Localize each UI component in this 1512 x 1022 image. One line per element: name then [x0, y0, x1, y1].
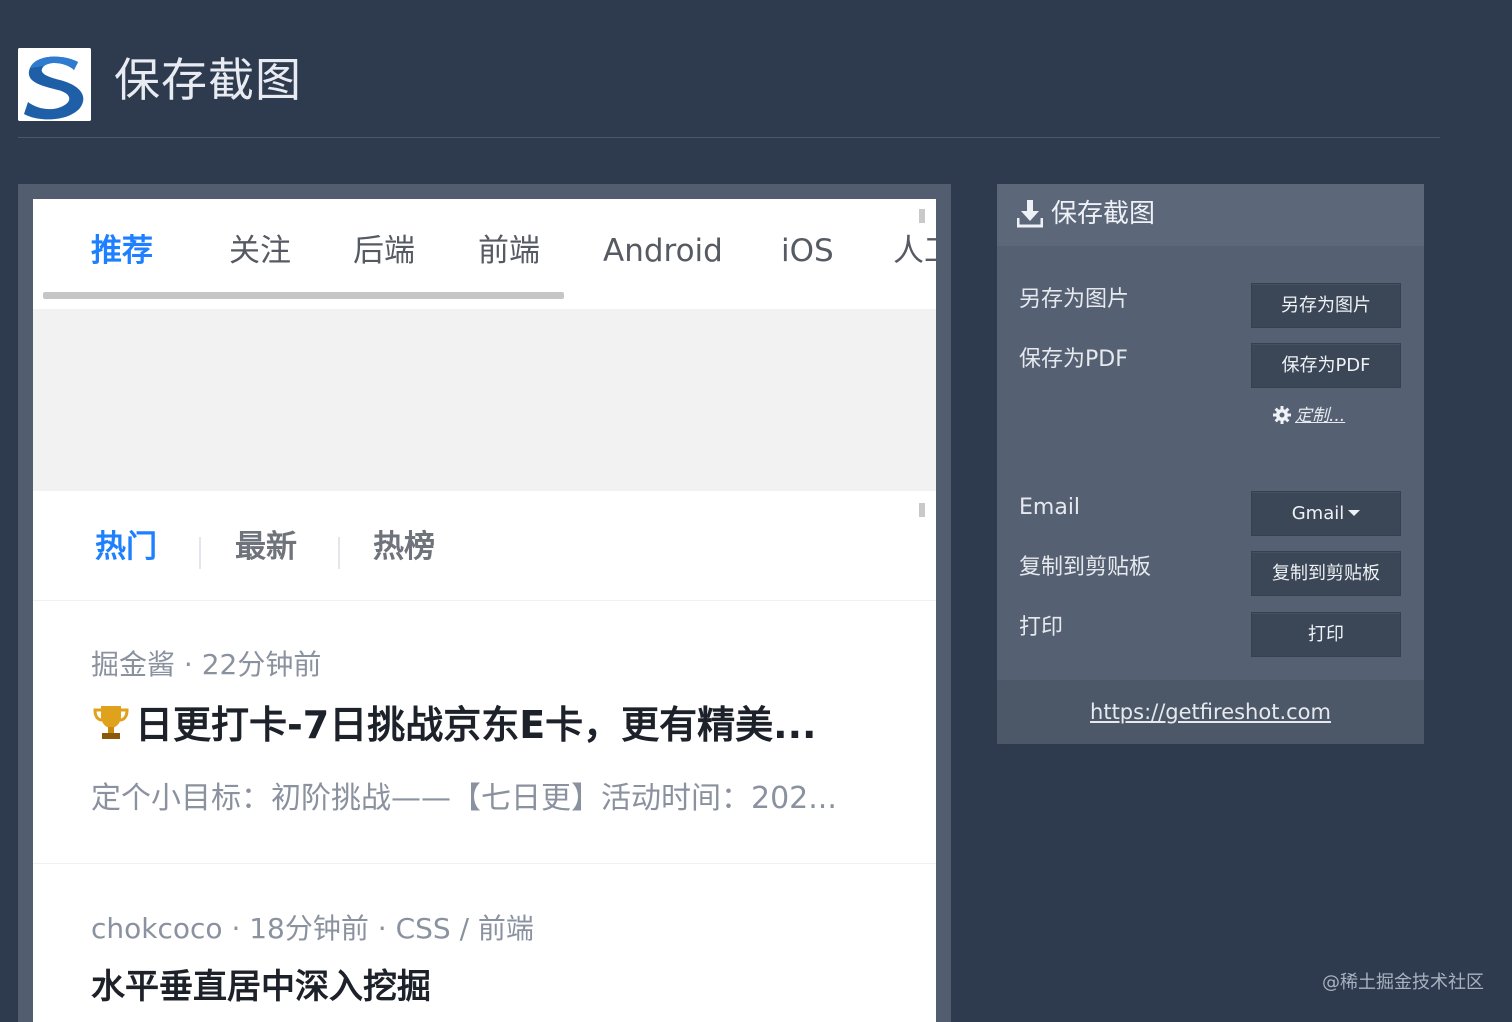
sort-ranking[interactable]: 热榜 [373, 525, 435, 569]
article-meta: 掘金酱 · 22分钟前 [91, 648, 322, 681]
gmail-dropdown-label: Gmail [1291, 503, 1345, 524]
watermark: @稀土掘金技术社区 [1322, 972, 1484, 993]
tab-backend[interactable]: 后端 [353, 229, 415, 273]
panel-header: 保存截图 [997, 184, 1424, 246]
download-icon [1016, 200, 1044, 228]
caret-down-icon [1348, 510, 1361, 516]
print-button[interactable]: 打印 [1251, 612, 1401, 657]
panel-title: 保存截图 [1051, 199, 1156, 229]
sort-divider [199, 537, 201, 569]
sort-tabs: 热门 最新 热榜 [33, 491, 936, 601]
customize-text: 定制... [1295, 406, 1346, 426]
fireshot-logo [18, 48, 91, 121]
sort-hot[interactable]: 热门 [95, 525, 157, 569]
preview-page: 推荐 关注 后端 前端 Android iOS 人工 热门 最新 热榜 掘金酱 … [33, 199, 936, 1022]
save-pdf-button[interactable]: 保存为PDF [1251, 343, 1401, 388]
print-label: 打印 [1019, 615, 1064, 640]
tab-recommend[interactable]: 推荐 [91, 229, 153, 273]
gear-icon [1273, 406, 1291, 424]
trophy-icon [91, 702, 131, 742]
app-header: 保存截图 [18, 46, 1440, 138]
email-label: Email [1019, 495, 1081, 520]
article-item[interactable]: chokcoco · 18分钟前 · CSS / 前端 水平垂直居中深入挖掘 [33, 865, 936, 1022]
copy-clipboard-label: 复制到剪贴板 [1019, 555, 1152, 580]
article-excerpt: 定个小目标：初阶挑战——【七日更】活动时间：202... [91, 781, 837, 816]
tab-follow[interactable]: 关注 [229, 229, 291, 273]
sort-divider [338, 537, 340, 569]
article-title[interactable]: 日更打卡-7日挑战京东E卡，更有精美... [91, 699, 816, 751]
save-image-button[interactable]: 另存为图片 [1251, 283, 1401, 328]
save-image-label: 另存为图片 [1019, 287, 1130, 312]
article-item[interactable]: 掘金酱 · 22分钟前 日更打卡-7日挑战京东E卡，更有精美... 定个小目标：… [33, 601, 936, 864]
tab-ai[interactable]: 人工 [893, 229, 936, 273]
tab-android[interactable]: Android [603, 229, 723, 273]
customize-link[interactable]: 定制... [1273, 404, 1345, 428]
article-title[interactable]: 水平垂直居中深入挖掘 [91, 961, 431, 1013]
banner-placeholder [33, 309, 936, 491]
tabs-scrollbar[interactable] [43, 292, 564, 299]
category-tabs: 推荐 关注 后端 前端 Android iOS 人工 [33, 199, 936, 309]
app-title: 保存截图 [114, 53, 302, 107]
scrollbar-thumb[interactable] [919, 209, 925, 223]
screenshot-preview: 推荐 关注 后端 前端 Android iOS 人工 热门 最新 热榜 掘金酱 … [18, 184, 951, 1022]
panel-footer: https://getfireshot.com [997, 680, 1424, 744]
sort-new[interactable]: 最新 [235, 525, 297, 569]
scrollbar-thumb[interactable] [919, 503, 925, 517]
gmail-dropdown[interactable]: Gmail [1251, 491, 1401, 536]
copy-clipboard-button[interactable]: 复制到剪贴板 [1251, 551, 1401, 596]
website-link[interactable]: https://getfireshot.com [1090, 700, 1331, 724]
tab-ios[interactable]: iOS [781, 229, 834, 273]
save-panel: 保存截图 另存为图片 另存为图片 保存为PDF 保存为PDF 定制... Ema… [997, 184, 1424, 744]
save-pdf-label: 保存为PDF [1019, 347, 1128, 372]
article-meta: chokcoco · 18分钟前 · CSS / 前端 [91, 912, 534, 945]
tab-frontend[interactable]: 前端 [478, 229, 540, 273]
article-title-text: 日更打卡-7日挑战京东E卡，更有精美... [135, 703, 817, 747]
